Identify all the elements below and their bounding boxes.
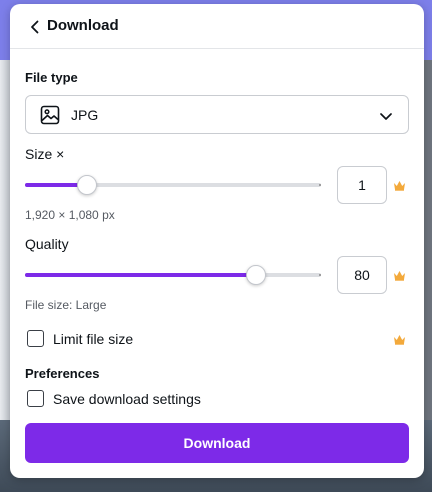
quality-label: Quality (25, 236, 69, 252)
size-slider[interactable] (25, 174, 321, 196)
panel-title: Download (47, 17, 119, 34)
quality-slider[interactable] (25, 264, 321, 286)
crown-icon (393, 334, 406, 345)
chevron-left-icon (31, 20, 39, 34)
file-type-label: File type (25, 70, 78, 85)
quality-slider-endcap (319, 274, 321, 276)
download-button[interactable]: Download (25, 423, 409, 463)
size-dimensions: 1,920 × 1,080 px (25, 208, 115, 222)
file-size-text: File size: Large (25, 298, 107, 312)
limit-file-size-label[interactable]: Limit file size (53, 331, 133, 347)
size-slider-endcap (319, 184, 321, 186)
file-type-value: JPG (71, 107, 99, 123)
quality-slider-fill (25, 273, 256, 277)
crown-icon (393, 270, 406, 281)
quality-input[interactable]: 80 (337, 256, 387, 294)
crown-icon (393, 180, 406, 191)
download-panel: Download File type JPG Size × 1 1,920 × … (10, 4, 424, 478)
save-settings-checkbox[interactable] (27, 390, 44, 407)
back-button[interactable] (24, 16, 46, 38)
file-type-dropdown[interactable]: JPG (25, 95, 409, 134)
limit-file-size-checkbox[interactable] (27, 330, 44, 347)
preferences-heading: Preferences (25, 366, 100, 381)
size-input[interactable]: 1 (337, 166, 387, 204)
size-slider-thumb[interactable] (77, 175, 97, 195)
save-settings-label[interactable]: Save download settings (53, 391, 201, 407)
quality-slider-thumb[interactable] (246, 265, 266, 285)
panel-header: Download (10, 4, 424, 49)
chevron-down-icon (380, 113, 392, 120)
size-label: Size × (25, 146, 65, 162)
image-icon (40, 105, 60, 125)
